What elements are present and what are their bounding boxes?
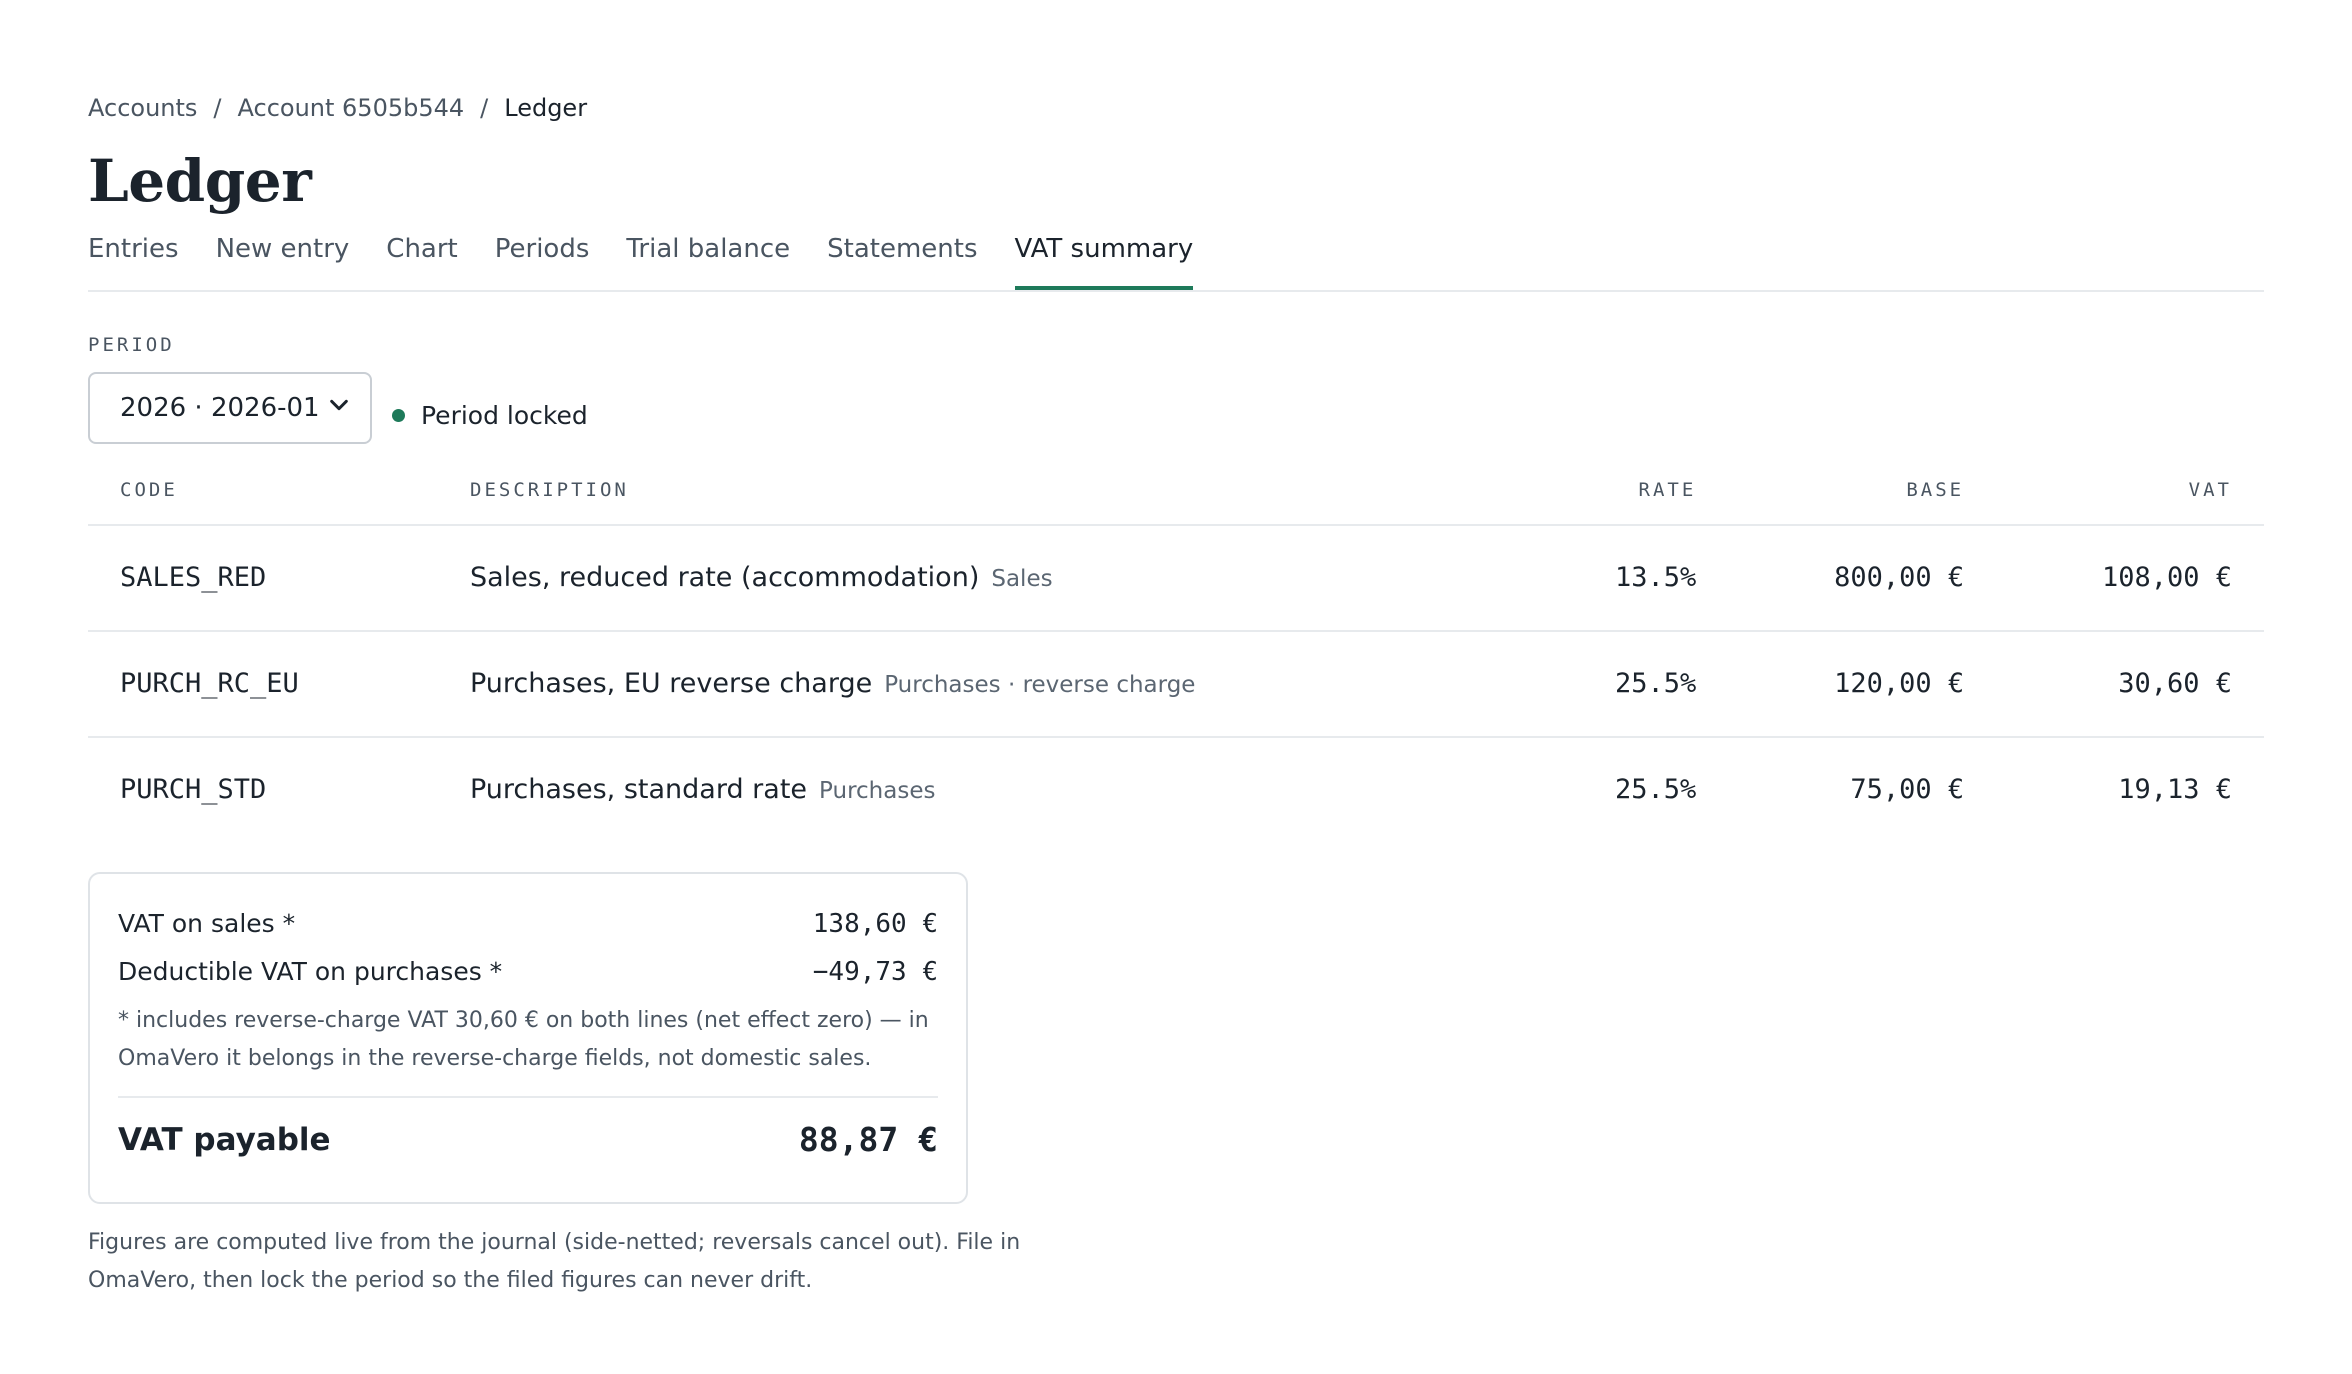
tab-trial-balance[interactable]: Trial balance bbox=[626, 220, 790, 290]
tab-new-entry[interactable]: New entry bbox=[216, 220, 350, 290]
table-row: PURCH_STD Purchases, standard rate Purcha… bbox=[88, 737, 2264, 842]
column-header-rate: RATE bbox=[1527, 455, 1729, 526]
row-rate: 13.5% bbox=[1527, 524, 1729, 632]
footnote: Figures are computed live from the journ… bbox=[88, 1229, 1021, 1293]
row-category-tag: Purchases · reverse charge bbox=[884, 672, 1196, 699]
column-header-description: DESCRIPTION bbox=[438, 455, 1528, 526]
column-header-code: CODE bbox=[88, 455, 438, 526]
page: Accounts / Account 6505b544 / Ledger Led… bbox=[0, 0, 2352, 1300]
breadcrumb-separator: / bbox=[480, 94, 489, 122]
table-row: PURCH_RC_EU Purchases, EU reverse charge… bbox=[88, 630, 2264, 738]
column-header-vat: VAT bbox=[1996, 455, 2264, 526]
row-description-text: Purchases, standard rate bbox=[470, 774, 808, 806]
vat-table: CODE DESCRIPTION RATE BASE VAT SALES_RED… bbox=[88, 455, 2264, 842]
breadcrumb-account[interactable]: Account 6505b544 bbox=[238, 94, 465, 122]
vat-summary-card: VAT on sales * 138,60 € Deductible VAT o… bbox=[88, 871, 968, 1204]
row-base: 75,00 € bbox=[1850, 774, 1965, 806]
row-vat: 30,60 € bbox=[1996, 630, 2264, 738]
deductible-vat-row: Deductible VAT on purchases * −49,73 € bbox=[118, 948, 938, 996]
row-description: Purchases, standard rate Purchases bbox=[438, 737, 1528, 842]
row-description: Sales, reduced rate (accommodation) Sales bbox=[438, 524, 1528, 632]
tab-entries[interactable]: Entries bbox=[88, 220, 179, 290]
deductible-vat-value: −49,73 € bbox=[812, 956, 938, 987]
period-status: Period locked bbox=[392, 401, 588, 430]
row-description: Purchases, EU reverse charge Purchases · … bbox=[438, 630, 1528, 738]
row-base: 120,00 € bbox=[1728, 630, 1997, 738]
tab-periods[interactable]: Periods bbox=[495, 220, 590, 290]
reverse-charge-note: * includes reverse-charge VAT 30,60 € on… bbox=[118, 1002, 938, 1098]
tab-chart[interactable]: Chart bbox=[386, 220, 457, 290]
tab-bar: Entries New entry Chart Periods Trial ba… bbox=[88, 220, 2264, 292]
status-dot-icon bbox=[392, 409, 405, 423]
period-select[interactable]: 2026 · 2026-01 bbox=[88, 371, 372, 444]
page-title: Ledger bbox=[88, 147, 312, 215]
row-base: 800,00 € bbox=[1728, 524, 1997, 632]
breadcrumb: Accounts / Account 6505b544 / Ledger bbox=[88, 88, 2264, 128]
deductible-vat-label: Deductible VAT on purchases * bbox=[118, 957, 503, 987]
table-header-row: CODE DESCRIPTION RATE BASE VAT bbox=[88, 455, 2264, 526]
breadcrumb-separator: / bbox=[213, 94, 222, 122]
vat-payable-row: VAT payable 88,87 € bbox=[118, 1098, 938, 1182]
tab-vat-summary[interactable]: VAT summary bbox=[1014, 220, 1194, 290]
tab-statements[interactable]: Statements bbox=[827, 220, 977, 290]
row-category-tag: Sales bbox=[991, 566, 1053, 593]
period-select-value: 2026 · 2026-01 bbox=[120, 392, 320, 423]
column-header-base: BASE bbox=[1728, 455, 1997, 526]
row-code: PURCH_STD bbox=[120, 774, 267, 806]
period-status-text: Period locked bbox=[421, 401, 588, 431]
row-vat: 19,13 € bbox=[2118, 774, 2232, 806]
row-description-text: Purchases, EU reverse charge bbox=[470, 668, 873, 700]
row-vat: 108,00 € bbox=[1996, 524, 2264, 632]
period-label: PERIOD bbox=[88, 333, 175, 356]
vat-payable-value: 88,87 € bbox=[798, 1120, 938, 1160]
vat-on-sales-row: VAT on sales * 138,60 € bbox=[118, 900, 938, 948]
row-category-tag: Purchases bbox=[819, 778, 936, 805]
vat-payable-label: VAT payable bbox=[118, 1121, 331, 1158]
breadcrumb-accounts[interactable]: Accounts bbox=[88, 94, 197, 122]
vat-on-sales-value: 138,60 € bbox=[812, 908, 938, 939]
row-code: SALES_RED bbox=[88, 524, 438, 632]
row-description-text: Sales, reduced rate (accommodation) bbox=[470, 562, 980, 594]
breadcrumb-current: Ledger bbox=[504, 94, 588, 122]
row-rate: 25.5% bbox=[1614, 774, 1697, 806]
vat-on-sales-label: VAT on sales * bbox=[118, 909, 296, 939]
row-code: PURCH_RC_EU bbox=[88, 630, 438, 738]
table-row: SALES_RED Sales, reduced rate (accommoda… bbox=[88, 524, 2264, 632]
row-rate: 25.5% bbox=[1527, 630, 1729, 738]
period-row: 2026 · 2026-01 Period locked bbox=[88, 371, 2264, 444]
chevron-down-icon bbox=[328, 393, 350, 423]
